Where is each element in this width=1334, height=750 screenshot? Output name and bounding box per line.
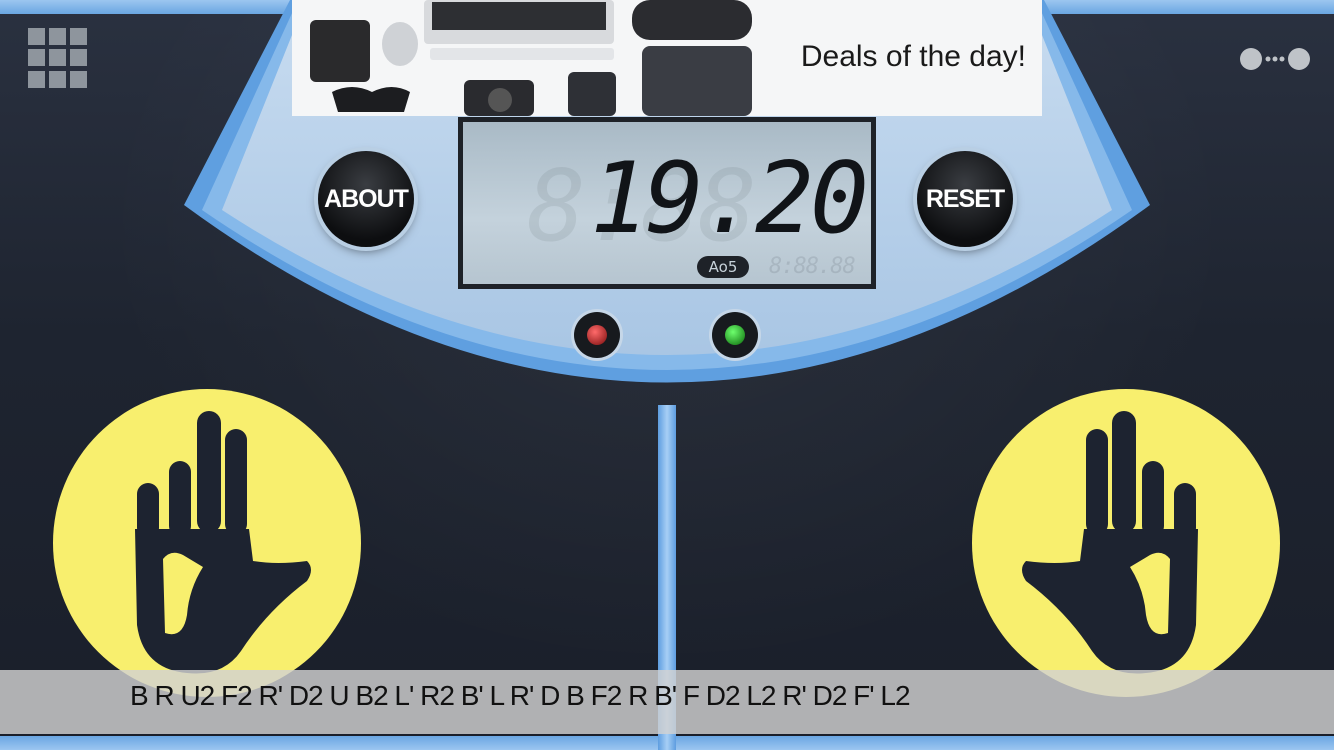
reset-button[interactable]: RESET	[917, 151, 1013, 247]
about-button[interactable]: ABOUT	[318, 151, 414, 247]
ao5-value: 8:88.88	[769, 254, 856, 279]
right-hand-icon	[1022, 411, 1198, 674]
ad-headline: Deals of the day!	[800, 40, 1026, 73]
left-hand-pad[interactable]	[53, 389, 361, 697]
green-indicator-light	[712, 312, 758, 358]
lcd-display: 8:88 19.20 Ao5 8:88.88	[458, 117, 876, 289]
ad-banner[interactable]: Deals of the day!	[292, 0, 1042, 116]
scramble-bar[interactable]: B R U2 F2 R' D2 U B2 L' R2 B' L R' D B F…	[0, 670, 1334, 734]
right-hand-pad[interactable]	[972, 389, 1280, 697]
ellipsis-icon[interactable]	[1240, 47, 1312, 71]
menu-grid-icon[interactable]	[28, 28, 88, 88]
red-indicator-light	[574, 312, 620, 358]
scramble-text: B R U2 F2 R' D2 U B2 L' R2 B' L R' D B F…	[130, 680, 911, 711]
electronics-gadgets-image	[310, 0, 752, 116]
timer-readout: 19.20	[589, 142, 869, 256]
ao5-badge[interactable]: Ao5	[697, 256, 749, 278]
left-hand-icon	[135, 411, 311, 674]
